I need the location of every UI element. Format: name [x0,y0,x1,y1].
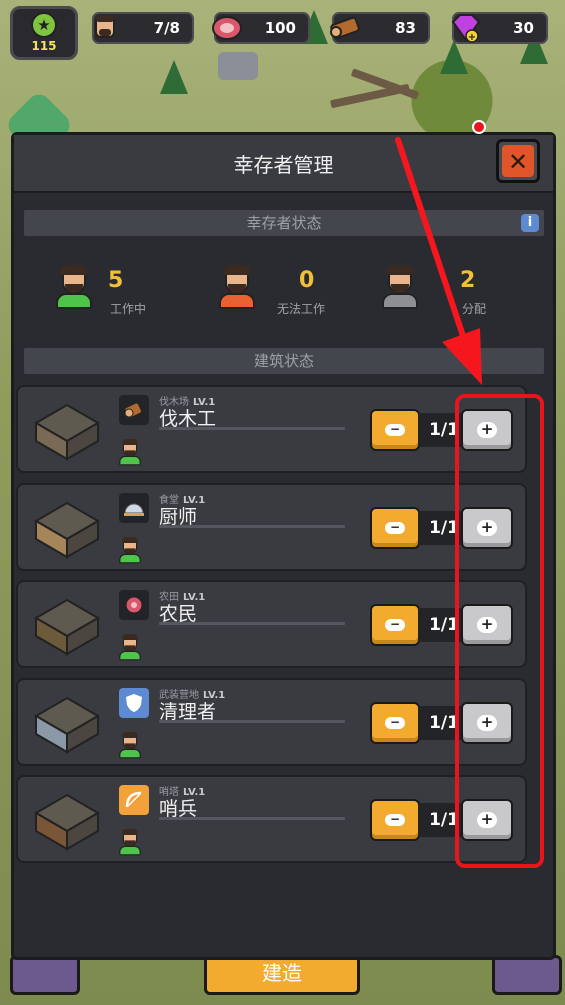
survivor-working-icon [54,265,94,309]
wood-value: 83 [395,19,416,37]
stat-working: 5 工作中 [54,265,194,316]
player-level-value: 115 [31,39,57,53]
building-row-5: 哨塔 LV.1 哨兵 − 1/1 + [16,775,527,863]
building-row-2: 食堂 LV.1 厨师 − 1/1 + [16,483,527,571]
gem-resource[interactable]: + 30 [451,12,548,44]
working-count: 5 [108,268,124,293]
notification-dot [472,120,486,134]
meat-value: 100 [264,19,296,37]
building-row-3: 农田 LV.1 农民 − 1/1 + [16,580,527,668]
gem-value: 30 [513,19,534,37]
minus-icon: − [385,521,405,534]
assigned-survivor-icon [118,634,141,661]
building-illustration [28,588,106,664]
assigned-survivor-icon [118,537,141,564]
meat-icon [208,8,246,48]
decrease-worker-button[interactable]: − [370,702,420,744]
tree-decoration [160,60,188,94]
gem-plus-icon: + [446,8,484,48]
unable-label: 无法工作 [277,302,326,316]
svg-text:+: + [468,32,476,43]
assigned-survivor-icon [118,439,141,466]
resource-bar: ★ 115 7/8 100 83 + 30 [0,0,565,60]
decrease-worker-button[interactable]: − [370,507,420,549]
survivor-count-resource[interactable]: 7/8 [92,12,194,44]
meat-icon [119,590,149,620]
divider [159,622,345,625]
decrease-worker-button[interactable]: − [370,604,420,646]
plus-buttons-highlight [455,394,544,868]
unable-count: 0 [299,268,315,293]
meat-resource[interactable]: 100 [212,12,310,44]
survivor-face-icon [86,8,124,48]
wood-log-icon [326,8,364,48]
stat-unable: 0 无法工作 [217,265,357,316]
building-illustration [28,393,106,469]
food-tray-icon [119,493,149,523]
bottom-right-card[interactable] [492,955,562,995]
divider [159,525,345,528]
building-status-title: 建筑状态 [253,352,314,370]
working-label: 工作中 [110,302,147,316]
building-illustration [28,686,106,762]
divider [159,427,345,430]
decrease-worker-button[interactable]: − [370,409,420,451]
divider [159,817,345,820]
survivor-status-title: 幸存者状态 [246,214,322,232]
wood-resource[interactable]: 83 [330,12,430,44]
divider [159,720,345,723]
survivor-count-value: 7/8 [153,19,180,37]
tutorial-arrow-icon [395,137,482,385]
minus-icon: − [385,423,405,436]
assigned-survivor-icon [118,732,141,759]
decrease-worker-button[interactable]: − [370,799,420,841]
building-illustration [28,783,106,859]
wood-log-icon [119,395,149,425]
close-button[interactable]: ✕ [496,139,540,183]
shield-icon [119,688,149,718]
building-row-4: 武装营地 LV.1 清理者 − 1/1 + [16,678,527,766]
building-illustration [28,491,106,567]
minus-icon: − [385,716,405,729]
assigned-survivor-icon [118,829,141,856]
build-button[interactable]: 建造 [204,955,360,995]
bow-icon [119,785,149,815]
star-icon: ★ [31,12,57,38]
minus-icon: − [385,618,405,631]
bottom-left-card[interactable] [10,955,80,995]
survivor-unable-icon [217,265,257,309]
player-level-badge[interactable]: ★ 115 [10,6,78,60]
minus-icon: − [385,813,405,826]
info-icon[interactable]: i [521,214,539,232]
close-icon: ✕ [502,145,534,177]
